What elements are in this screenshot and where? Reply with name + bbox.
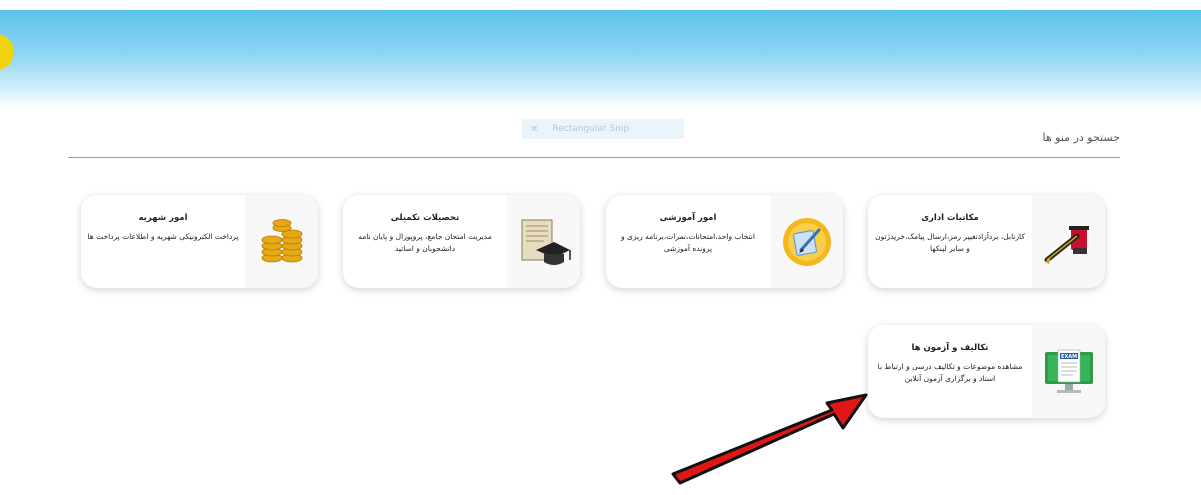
card-office-correspondence[interactable]: مکاتبات اداری کارتابل، بردآزادتغییر رمز،… [868, 195, 1105, 288]
card-desc: مشاهده موضوعات و تکالیف درسی و ارتباط با… [877, 362, 1023, 383]
card-title: مکاتبات اداری [921, 213, 979, 223]
card-assignments-exams[interactable]: EXAM تکالیف و آزمون ها مشاهده موضوعات و … [868, 325, 1105, 418]
card-graduate-studies[interactable]: تحصیلات تکمیلی مدیریت امتحان جامع، پروپو… [343, 195, 580, 288]
card-tuition-affairs[interactable]: امور شهریه پرداخت الکترونیکی شهریه و اطل… [81, 195, 318, 288]
divider [68, 157, 1120, 158]
header-banner [0, 10, 1201, 110]
card-title: امور آموزشی [659, 213, 717, 223]
card-desc: پرداخت الکترونیکی شهریه و اطلاعات پرداخت… [87, 232, 239, 241]
exam-monitor-icon: EXAM [1032, 325, 1105, 418]
menu-search-label[interactable]: جستجو در منو ها [1043, 131, 1120, 144]
rectangular-snip-hint: ✕ Rectangular Snip [522, 119, 684, 139]
card-title: تحصیلات تکمیلی [390, 213, 460, 223]
card-title: تکالیف و آزمون ها [911, 343, 989, 353]
edit-document-icon [770, 195, 843, 288]
close-icon: ✕ [530, 123, 539, 135]
graduation-cap-icon [507, 195, 580, 288]
logo-dot [0, 34, 14, 70]
exam-label: EXAM [1060, 354, 1076, 360]
ink-pen-icon [1032, 195, 1105, 288]
card-education-affairs[interactable]: امور آموزشی انتخاب واحد،امتحانات،نمرات،ب… [606, 195, 843, 288]
red-arrow-annotation [671, 393, 868, 485]
card-title: امور شهریه [138, 213, 188, 223]
gold-coins-icon [245, 195, 318, 288]
card-desc: مدیریت امتحان جامع، پروپوزال و پایان نام… [358, 232, 492, 253]
snip-hint-label: Rectangular Snip [552, 124, 630, 134]
card-desc: کارتابل، بردآزادتغییر رمز،ارسال پیامک،خر… [875, 232, 1025, 253]
card-desc: انتخاب واحد،امتحانات،نمرات،برنامه ریزی و… [621, 232, 755, 253]
